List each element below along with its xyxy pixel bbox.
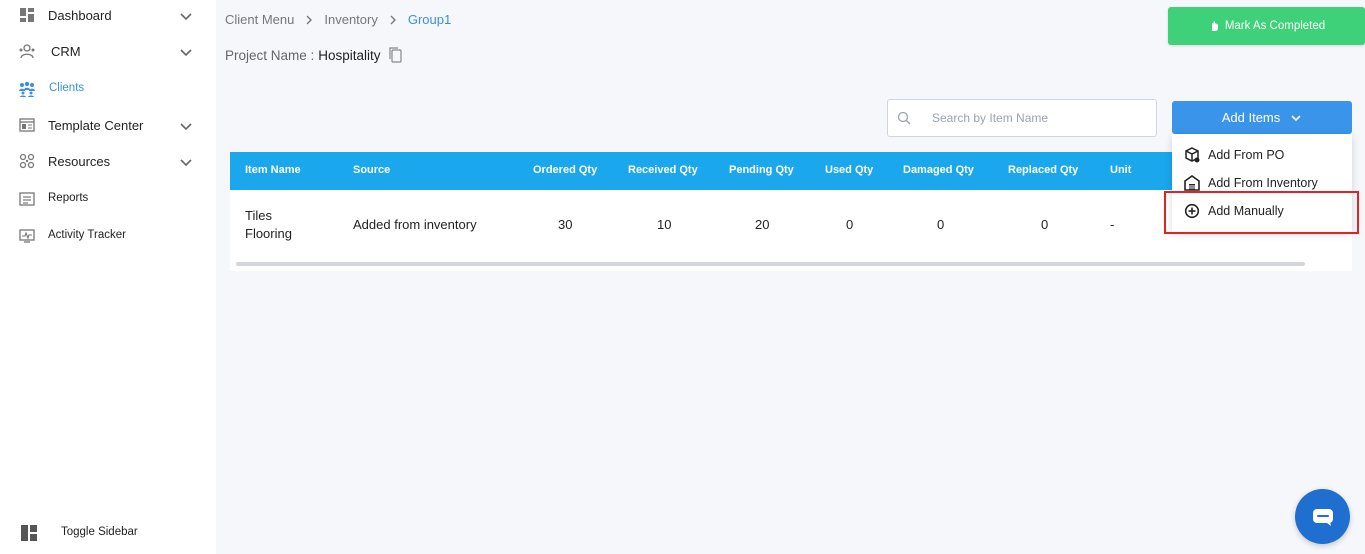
- sidebar-item-label: Resources: [48, 154, 111, 169]
- sidebar-item-label: CRM: [51, 44, 81, 59]
- sidebar-item-label: Dashboard: [48, 8, 112, 23]
- breadcrumb-group1: Group1: [407, 12, 452, 27]
- sidebar-item-reports[interactable]: Reports: [0, 183, 216, 213]
- sidebar-item-crm[interactable]: CRM: [0, 36, 216, 66]
- copy-icon[interactable]: [388, 47, 403, 63]
- column-header-unit: Unit: [1110, 164, 1132, 176]
- cell-ordered-qty: 30: [558, 217, 573, 232]
- cell-received-qty: 10: [657, 217, 672, 232]
- sidebar-item-template-center[interactable]: Template Center: [0, 110, 216, 140]
- chat-widget-button[interactable]: [1295, 489, 1350, 544]
- menu-item-label: Add From Inventory: [1208, 176, 1318, 190]
- add-items-label: Add Items: [1221, 110, 1281, 125]
- sidebar-item-label: Activity Tracker: [48, 229, 126, 241]
- sidebar-item-label: Template Center: [48, 118, 144, 133]
- chevron-right-icon: [390, 15, 396, 24]
- column-header-pending-qty: Pending Qty: [729, 164, 794, 176]
- plus-circle-icon: [1184, 203, 1200, 219]
- column-header-used-qty: Used Qty: [825, 164, 874, 176]
- cell-unit: -: [1110, 217, 1115, 232]
- menu-item-add-manually[interactable]: Add Manually: [1172, 198, 1352, 224]
- chevron-down-icon: [1291, 114, 1301, 121]
- sidebar-item-clients[interactable]: Clients: [0, 73, 216, 103]
- sidebar-item-resources[interactable]: Resources: [0, 146, 216, 176]
- sidebar: Dashboard CRM Clients Template Center Re…: [0, 0, 216, 554]
- sidebar-item-activity-tracker[interactable]: Activity Tracker: [0, 220, 216, 250]
- cell-used-qty: 0: [846, 217, 854, 232]
- reports-icon: [18, 190, 36, 208]
- menu-item-add-from-inventory[interactable]: Add From Inventory: [1172, 170, 1352, 196]
- column-header-item-name: Item Name: [245, 164, 301, 176]
- search-box: [887, 99, 1157, 137]
- menu-item-label: Add Manually: [1208, 204, 1284, 218]
- search-icon: [897, 111, 911, 125]
- chevron-down-icon: [180, 49, 192, 57]
- hand-icon: [1211, 21, 1218, 31]
- column-header-received-qty: Received Qty: [628, 164, 698, 176]
- project-name-value: Hospitality: [318, 47, 381, 63]
- chevron-down-icon: [180, 13, 192, 21]
- menu-item-add-from-po[interactable]: Add From PO: [1172, 142, 1352, 168]
- template-icon: [18, 116, 36, 134]
- mark-as-completed-label: Mark As Completed: [1224, 20, 1326, 32]
- cell-item-name-line1: Tiles: [245, 208, 272, 223]
- sidebar-item-label: Reports: [48, 192, 89, 204]
- dashboard-icon: [18, 6, 36, 24]
- sidebar-item-dashboard[interactable]: Dashboard: [0, 0, 216, 30]
- toggle-sidebar-button[interactable]: Toggle Sidebar: [0, 518, 216, 548]
- cell-item-name-line2: Flooring: [245, 226, 292, 241]
- column-header-damaged-qty: Damaged Qty: [903, 164, 974, 176]
- menu-item-label: Add From PO: [1208, 148, 1285, 162]
- project-name: Project Name : Hospitality: [225, 47, 403, 63]
- cell-damaged-qty: 0: [937, 217, 945, 232]
- crm-icon: [18, 42, 36, 60]
- sidebar-toggle-icon: [20, 524, 38, 542]
- cell-source: Added from inventory: [353, 217, 477, 232]
- column-header-source: Source: [353, 164, 391, 176]
- chevron-right-icon: [306, 15, 313, 24]
- chat-icon: [1312, 508, 1333, 526]
- clients-icon: [18, 80, 36, 98]
- resources-icon: [18, 152, 36, 170]
- toggle-sidebar-label: Toggle Sidebar: [61, 526, 138, 538]
- cell-replaced-qty: 0: [1041, 217, 1049, 232]
- column-header-replaced-qty: Replaced Qty: [1008, 164, 1079, 176]
- horizontal-scrollbar[interactable]: [236, 262, 1305, 266]
- project-name-label: Project Name :: [225, 47, 315, 63]
- chevron-down-icon: [180, 123, 192, 131]
- activity-icon: [18, 227, 36, 245]
- sidebar-item-label: Clients: [49, 82, 85, 94]
- breadcrumb-client-menu[interactable]: Client Menu: [225, 12, 294, 27]
- chevron-down-icon: [180, 159, 192, 167]
- cell-pending-qty: 20: [755, 217, 770, 232]
- package-icon: [1185, 147, 1200, 163]
- breadcrumb: Client Menu Inventory Group1: [225, 12, 451, 27]
- add-items-dropdown: Add From PO Add From Inventory Add Manua…: [1172, 134, 1352, 232]
- warehouse-icon: [1184, 175, 1200, 191]
- search-input[interactable]: [932, 109, 1147, 127]
- mark-as-completed-button[interactable]: Mark As Completed: [1168, 7, 1365, 45]
- column-header-ordered-qty: Ordered Qty: [533, 164, 598, 176]
- add-items-button[interactable]: Add Items: [1172, 101, 1352, 134]
- breadcrumb-inventory[interactable]: Inventory: [324, 12, 377, 27]
